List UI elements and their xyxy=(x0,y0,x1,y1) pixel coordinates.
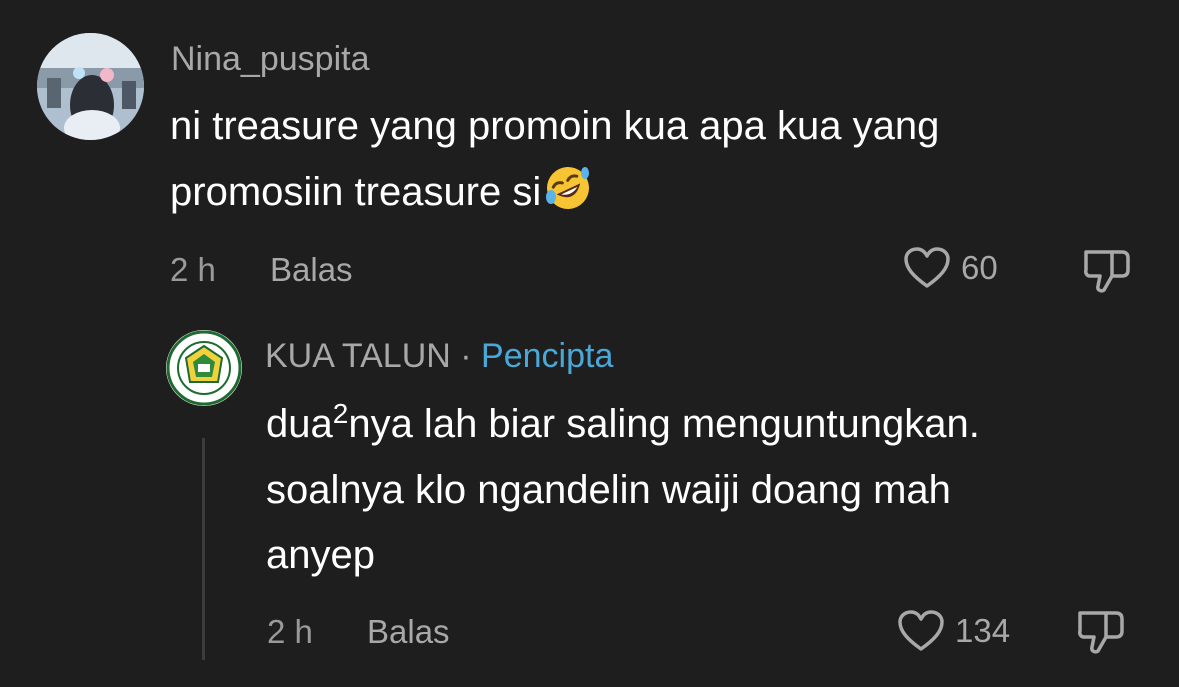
reply-like-button[interactable]: 134 xyxy=(897,609,1010,653)
thread-line xyxy=(202,438,205,660)
reply-text-line3: anyep xyxy=(266,533,375,577)
reply-text-part2: nya lah biar saling menguntungkan. xyxy=(348,402,980,446)
thumbs-down-outline-icon xyxy=(1078,611,1124,654)
reply-text-superscript: 2 xyxy=(332,398,349,429)
comment-text-line1: ni treasure yang promoin kua apa kua yan… xyxy=(170,104,940,148)
reply-timestamp: 2 h xyxy=(267,613,313,650)
comment-dislike-button[interactable] xyxy=(1082,244,1132,301)
thumbs-down-outline-icon xyxy=(1084,250,1130,293)
reply-avatar[interactable] xyxy=(166,330,242,406)
avatar[interactable] xyxy=(37,33,144,140)
rolling-on-floor-laughing-icon xyxy=(546,167,590,209)
comment-reply-button[interactable]: Balas xyxy=(270,251,353,289)
reply-like-count: 134 xyxy=(955,612,1011,649)
comment-like-button[interactable]: 60 xyxy=(903,246,998,290)
reply-text-line1: dua2nya lah biar saling menguntungkan. xyxy=(266,391,980,457)
reply-text-part1: dua xyxy=(266,402,333,446)
comment-like-count: 60 xyxy=(961,249,998,286)
reply-text-line2: soalnya klo ngandelin waiji doang mah xyxy=(266,468,951,512)
comment-text-line2: promosiin treasure si xyxy=(170,159,593,225)
comment-username[interactable]: Nina_puspita xyxy=(171,40,369,79)
reply-username[interactable]: KUA TALUN xyxy=(265,337,451,375)
comment-text-line2-text: promosiin treasure si xyxy=(170,170,542,214)
reply-header: KUA TALUN · Pencipta xyxy=(265,337,613,376)
reply-reply-button[interactable]: Balas xyxy=(367,613,450,651)
heart-outline-icon xyxy=(898,610,944,651)
reply-dislike-button[interactable] xyxy=(1076,605,1126,662)
comment-timestamp: 2 h xyxy=(170,251,216,288)
separator-dot: · xyxy=(460,337,472,375)
heart-outline-icon xyxy=(904,247,950,288)
creator-badge: Pencipta xyxy=(481,337,614,375)
